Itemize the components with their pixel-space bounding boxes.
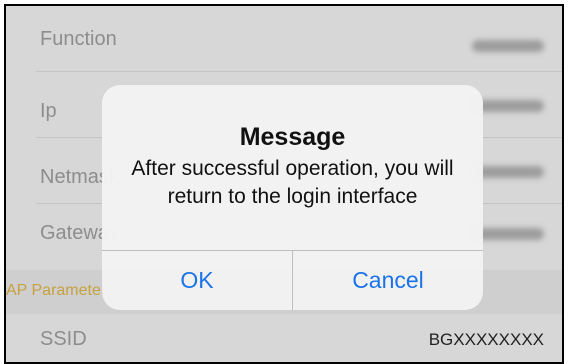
ip-label: Ip	[40, 100, 57, 122]
ok-button[interactable]: OK	[102, 251, 292, 310]
screen-frame: Function Ip Netmask Gateway AP Parameter…	[4, 4, 564, 364]
function-row[interactable]: Function	[6, 6, 562, 72]
function-label: Function	[40, 28, 117, 50]
ap-parameters-section-title: AP Parameters	[6, 282, 115, 299]
dialog-title: Message	[239, 123, 346, 151]
ssid-row[interactable]: SSID BGXXXXXXXX	[6, 314, 562, 362]
ssid-label: SSID	[40, 328, 87, 350]
cancel-button[interactable]: Cancel	[293, 251, 483, 310]
dialog-message: After successful operation, you will ret…	[131, 157, 454, 208]
ssid-value: BGXXXXXXXX	[428, 330, 544, 349]
function-value-redacted	[472, 40, 544, 52]
message-dialog: Message After successful operation, you …	[102, 85, 483, 310]
